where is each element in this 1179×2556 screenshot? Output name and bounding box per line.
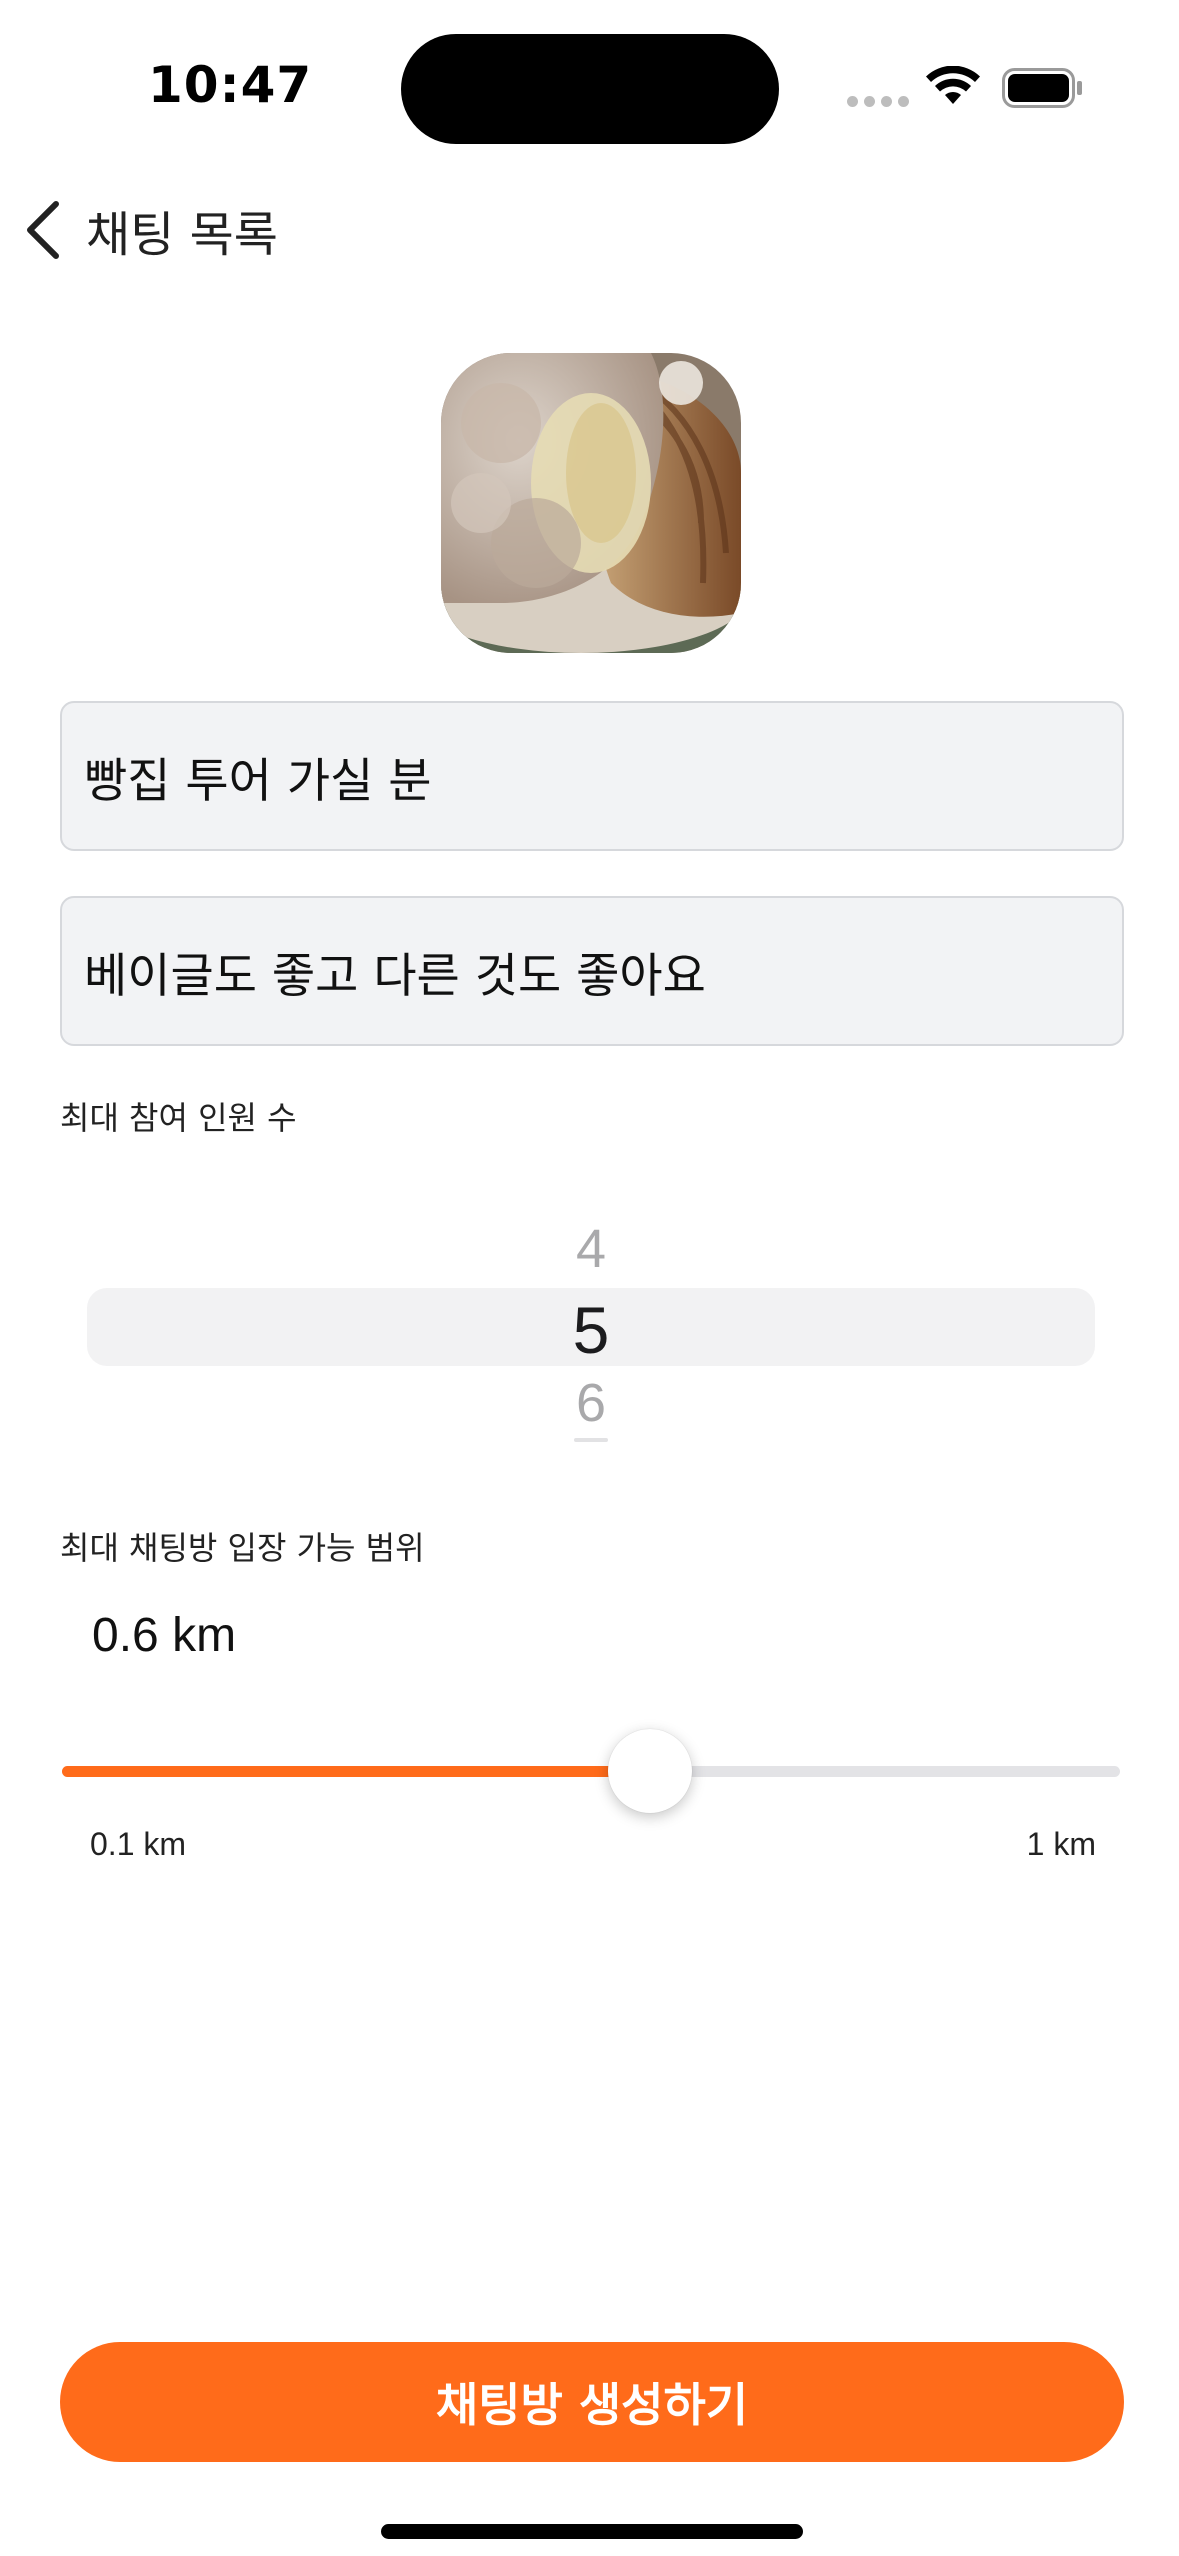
range-label: 최대 채팅방 입장 가능 범위 [60, 1529, 425, 1567]
title-input[interactable] [60, 701, 1124, 851]
picker-next-hint [574, 1438, 608, 1442]
room-image[interactable] [441, 353, 741, 653]
chevron-left-icon [27, 201, 59, 259]
cellular-signal-icon [847, 96, 909, 107]
slider-thumb[interactable] [607, 1729, 692, 1813]
battery-icon [1002, 68, 1082, 108]
participants-picker[interactable]: 4 5 6 [87, 1210, 1095, 1450]
back-label: 채팅 목록 [86, 207, 278, 263]
status-time: 10:47 [148, 56, 313, 114]
wifi-icon [926, 66, 980, 104]
slider-track[interactable] [62, 1766, 1120, 1777]
create-chatroom-button[interactable]: 채팅방 생성하기 [60, 2342, 1124, 2462]
dynamic-island [401, 34, 779, 144]
range-slider[interactable] [62, 1726, 1120, 1816]
picker-option-selected[interactable]: 5 [87, 1292, 1095, 1368]
range-value: 0.6 km [92, 1609, 237, 1662]
description-input[interactable] [60, 896, 1124, 1046]
picker-option-next[interactable]: 6 [87, 1372, 1095, 1434]
back-button[interactable]: 채팅 목록 [20, 190, 278, 270]
range-min-label: 0.1 km [90, 1826, 187, 1862]
participants-label: 최대 참여 인원 수 [60, 1099, 297, 1137]
picker-option-prev[interactable]: 4 [87, 1218, 1095, 1280]
home-indicator [381, 2524, 803, 2539]
slider-fill [62, 1766, 650, 1777]
range-max-label: 1 km [1026, 1826, 1096, 1862]
